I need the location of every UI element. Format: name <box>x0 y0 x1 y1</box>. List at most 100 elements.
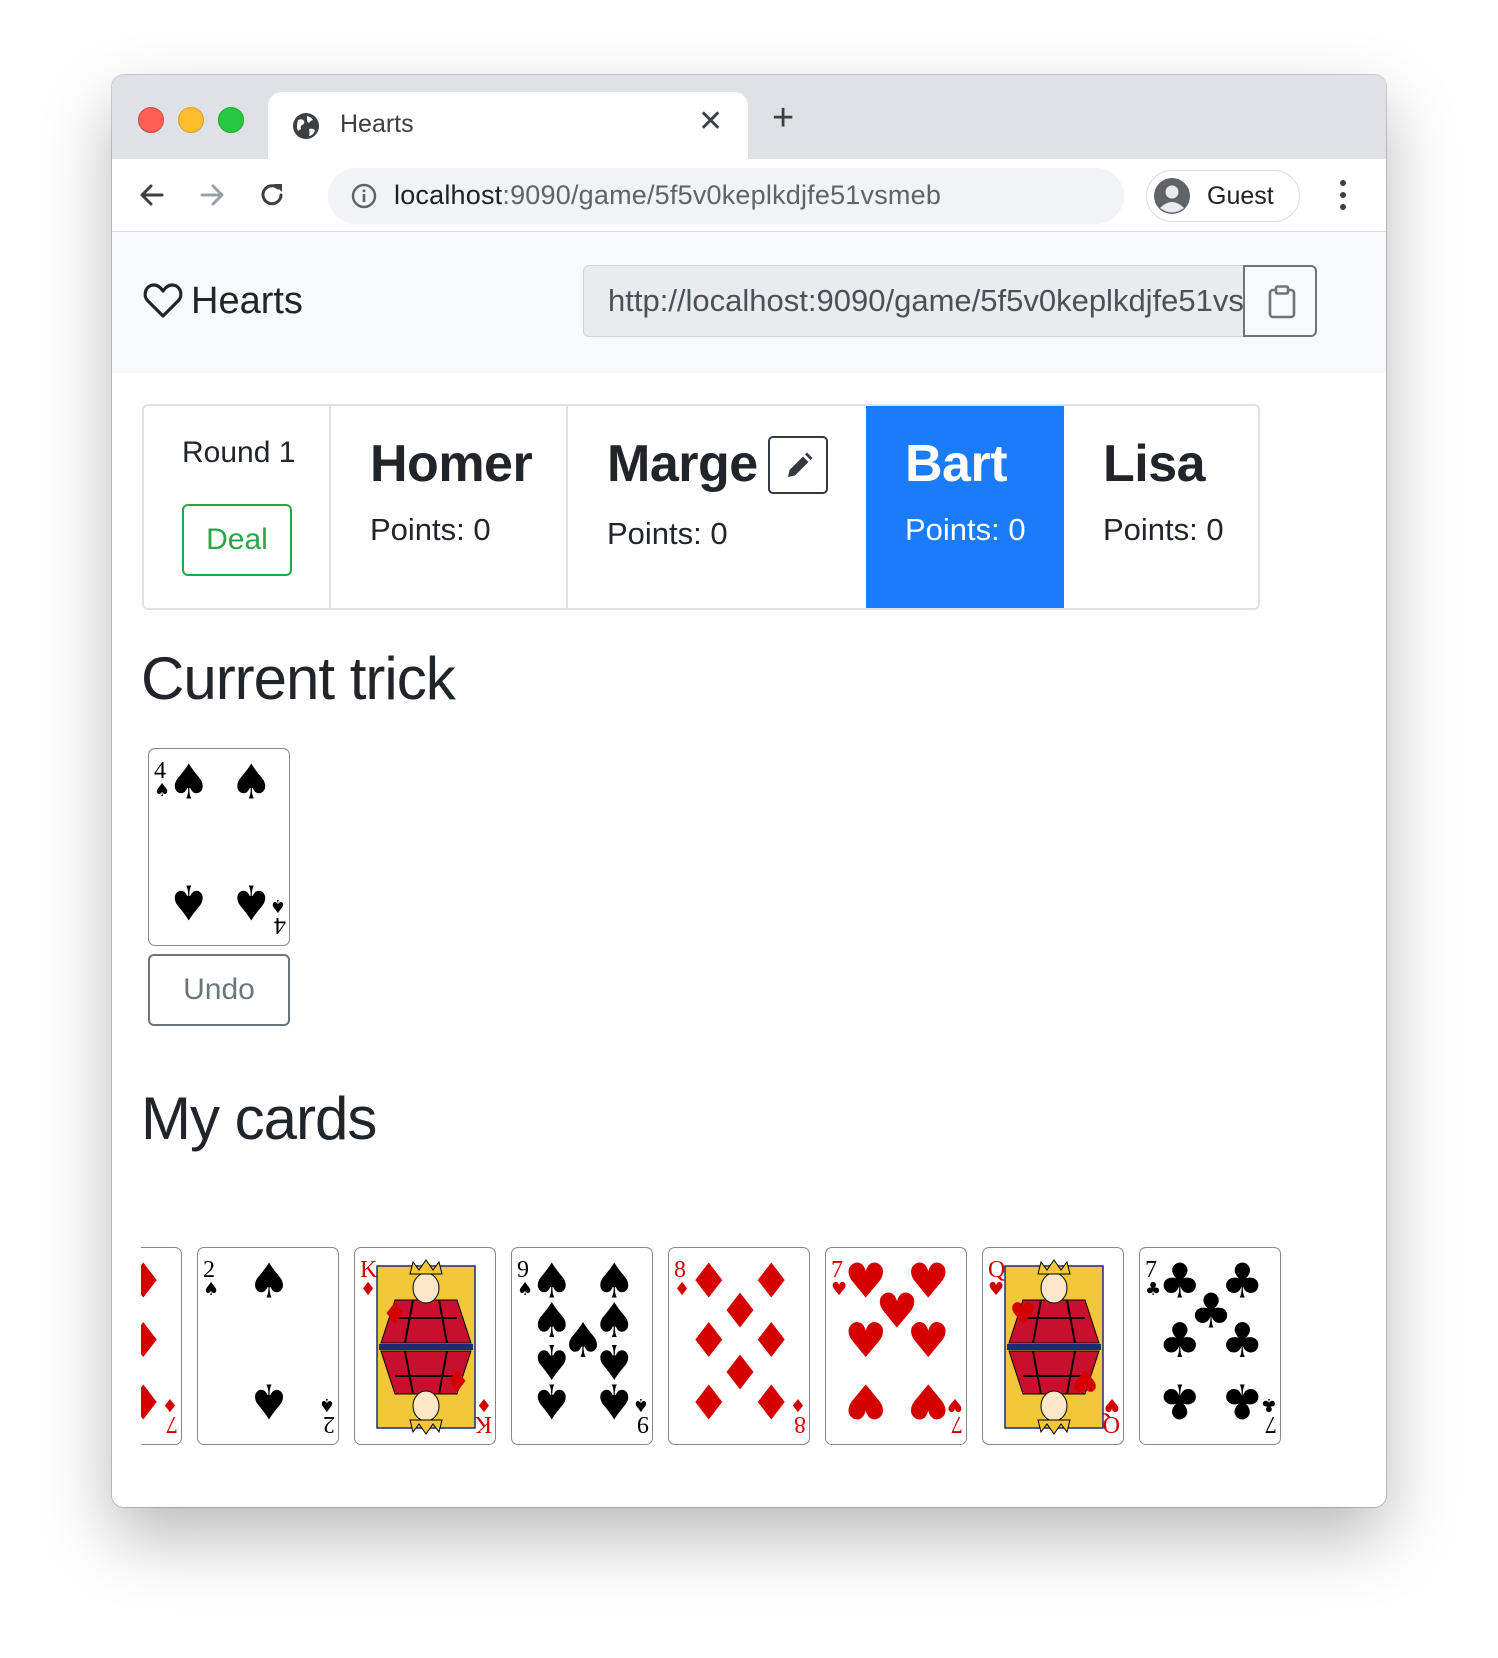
tab-hearts[interactable]: Hearts ✕ <box>268 92 748 159</box>
card-suit-index: ♦ <box>360 1279 376 1300</box>
card-face: 7♣7♣♣ ♣♣♣ ♣♣ ♣ <box>1145 1254 1277 1437</box>
tab-strip: Hearts ✕ + <box>112 75 1386 159</box>
face-card-suit: ♥ <box>1010 1297 1037 1332</box>
brand-text: Hearts <box>191 279 303 322</box>
card-4-of-spades[interactable]: 4 ♠ 4 ♠ ♠ ♠ ♠ ♠ <box>148 748 290 946</box>
pencil-icon <box>788 452 813 477</box>
card-pip: ♥ <box>844 1372 887 1428</box>
face-card-crown <box>409 1419 443 1435</box>
card-7-of-diamonds[interactable]: 7 ♦ 7 ♦ ♦ ♦ ♦ ♦ ♦ ♦ ♦ <box>141 1247 182 1445</box>
clipboard-icon <box>1268 285 1296 319</box>
player-lisa: Lisa Points: 0 <box>1064 406 1260 608</box>
avatar-icon <box>1154 178 1190 214</box>
copy-url-button[interactable] <box>1243 265 1317 337</box>
player-marge: Marge Points: 0 <box>568 406 866 608</box>
card-pip: ♣ <box>1158 1372 1201 1428</box>
share-url-input[interactable]: http://localhost:9090/game/5f5v0keplkdjf… <box>583 265 1243 337</box>
player-name: Marge <box>607 435 758 493</box>
card-7-of-clubs[interactable]: 7 ♣ 7 ♣ ♣ ♣ ♣ ♣ ♣ ♣ ♣ <box>1139 1247 1281 1445</box>
browser-window: Hearts ✕ + localhost:9090/game/5f5v0kepl… <box>112 75 1386 1507</box>
card-suit-index: ♠ <box>203 1279 219 1300</box>
face-card-head <box>1040 1272 1068 1304</box>
round-label: Round 1 <box>182 436 296 469</box>
app-navbar: Hearts http://localhost:9090/game/5f5v0k… <box>112 232 1386 373</box>
player-homer: Homer Points: 0 <box>331 406 568 608</box>
card-pip: ♥ <box>907 1313 950 1369</box>
card-9-of-spades[interactable]: 9 ♠ 9 ♠ ♠ ♠ ♠ ♠ ♠ ♠ ♠ ♠ ♠ <box>511 1247 653 1445</box>
face-card-divider <box>1007 1344 1101 1350</box>
heart-icon <box>143 283 183 318</box>
undo-button[interactable]: Undo <box>148 954 290 1026</box>
address-url: localhost:9090/game/5f5v0keplkdjfe51vsme… <box>394 180 941 211</box>
face-card-crown <box>409 1259 443 1275</box>
face-card-crown <box>1037 1419 1071 1435</box>
face-card-head <box>412 1272 440 1304</box>
card-pip: ♠ <box>167 755 210 811</box>
card-face: 7♦7♦♦ ♦♦♦ ♦♦ ♦ <box>141 1254 178 1437</box>
menu-icon[interactable] <box>1339 177 1347 213</box>
url-path: :9090/game/5f5v0keplkdjfe51vsmeb <box>502 180 942 210</box>
profile-name: Guest <box>1207 182 1274 210</box>
player-points: Points: 0 <box>607 516 728 551</box>
card-pip: ♠ <box>167 873 210 929</box>
card-face: 4♠4♠♠ ♠♠ ♠ <box>154 755 286 938</box>
card-face: Q♥Q♥♥♥ <box>988 1257 1120 1437</box>
player-name: Homer <box>370 435 533 493</box>
brand-link[interactable]: Hearts <box>143 276 303 326</box>
card-pip: ♠ <box>593 1372 636 1428</box>
face-card-crown <box>1037 1259 1071 1275</box>
face-card-suit: ♥ <box>1072 1362 1099 1397</box>
card-pip: ♠ <box>247 1372 290 1428</box>
address-bar[interactable]: localhost:9090/game/5f5v0keplkdjfe51vsme… <box>328 168 1124 224</box>
face-card-divider <box>379 1344 473 1350</box>
face-card-head <box>412 1390 440 1422</box>
card-pip: ♠ <box>247 1254 290 1310</box>
player-points: Points: 0 <box>370 512 491 547</box>
edit-name-button[interactable] <box>768 436 828 494</box>
reload-icon[interactable] <box>254 177 290 213</box>
card-pip: ♣ <box>1158 1313 1201 1369</box>
card-pip: ♠ <box>230 755 273 811</box>
close-window-button[interactable] <box>138 107 164 133</box>
card-pip: ♥ <box>844 1313 887 1369</box>
card-Q-of-hearts[interactable]: Q ♥ Q ♥ ♥ ♥ <box>982 1247 1124 1445</box>
tab-close-icon[interactable]: ✕ <box>698 104 723 139</box>
card-8-of-diamonds[interactable]: 8 ♦ 8 ♦ ♦ ♦ ♦ ♦ ♦ ♦ ♦ ♦ <box>668 1247 810 1445</box>
forward-icon[interactable] <box>194 177 230 213</box>
scoreboard: Round 1 Deal Homer Points: 0 Marge Point… <box>142 404 1260 610</box>
card-pip: ♦ <box>750 1372 793 1428</box>
card-2-of-spades[interactable]: 2 ♠ 2 ♠ ♠ ♠ <box>197 1247 339 1445</box>
card-pip: ♦ <box>141 1313 165 1369</box>
card-7-of-hearts[interactable]: 7 ♥ 7 ♥ ♥ ♥ ♥ ♥ ♥ ♥ ♥ <box>825 1247 967 1445</box>
browser-toolbar: localhost:9090/game/5f5v0keplkdjfe51vsme… <box>112 159 1386 232</box>
card-pip: ♣ <box>1221 1313 1264 1369</box>
current-trick-heading: Current trick <box>141 645 456 712</box>
tab-title: Hearts <box>340 110 414 138</box>
info-icon[interactable] <box>350 182 378 210</box>
card-face: K♦K♦♦♦ <box>360 1257 492 1437</box>
card-face: 7♥7♥♥ ♥♥♥ ♥♥ ♥ <box>831 1254 963 1437</box>
card-pip: ♣ <box>1221 1372 1264 1428</box>
globe-icon <box>293 113 319 139</box>
face-card-head <box>1040 1390 1068 1422</box>
card-suit-index: ♥ <box>988 1279 1004 1300</box>
back-icon[interactable] <box>134 177 170 213</box>
profile-button[interactable]: Guest <box>1146 170 1300 222</box>
card-K-of-diamonds[interactable]: K ♦ K ♦ ♦ ♦ <box>354 1247 496 1445</box>
player-points: Points: 0 <box>905 512 1026 547</box>
card-pip: ♦ <box>141 1254 165 1310</box>
card-face: 9♠9♠♠ ♠♠ ♠♠♠ ♠♠ ♠ <box>517 1254 649 1437</box>
card-face: 2♠2♠♠♠ <box>203 1254 335 1437</box>
zoom-window-button[interactable] <box>218 107 244 133</box>
player-points: Points: 0 <box>1103 512 1224 547</box>
round-cell: Round 1 Deal <box>144 406 331 608</box>
card-pip: ♦ <box>141 1372 165 1428</box>
face-card-suit: ♦ <box>382 1297 409 1332</box>
card-pip: ♠ <box>230 873 273 929</box>
minimize-window-button[interactable] <box>178 107 204 133</box>
url-host: localhost <box>394 180 503 210</box>
player-name: Bart <box>905 435 1008 493</box>
new-tab-button[interactable]: + <box>772 97 794 140</box>
card-suit-index: ♠ <box>319 1394 335 1415</box>
deal-button[interactable]: Deal <box>182 504 292 576</box>
